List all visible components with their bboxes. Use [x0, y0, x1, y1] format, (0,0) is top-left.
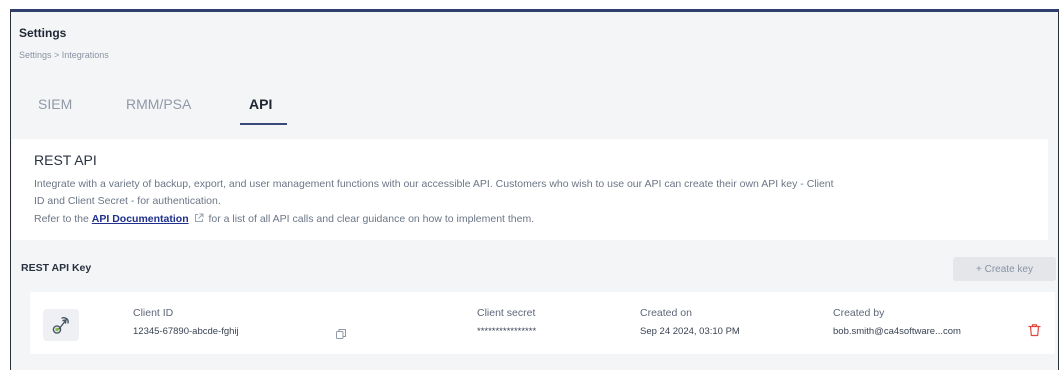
created-on-value: Sep 24 2024, 03:10 PM — [640, 326, 740, 337]
info-description-line: ID and Client Secret - for authenticatio… — [34, 195, 221, 207]
rest-api-key-title: REST API Key — [21, 262, 92, 274]
create-key-button[interactable]: + Create key — [953, 257, 1056, 281]
external-link-icon[interactable] — [194, 213, 204, 223]
tab-api[interactable]: API — [249, 96, 272, 112]
rest-api-title: REST API — [34, 152, 97, 168]
doc-suffix-text: for a list of all API calls and clear gu… — [205, 213, 535, 225]
client-id-label: Client ID — [133, 307, 174, 319]
created-by-label: Created by — [833, 307, 885, 319]
doc-prefix-text: Refer to the — [34, 213, 92, 225]
tab-siem[interactable]: SIEM — [38, 96, 72, 112]
client-secret-value: **************** — [477, 326, 537, 337]
client-id-value: 12345-67890-abcde-fghij — [133, 326, 239, 337]
tab-rmm-psa[interactable]: RMM/PSA — [126, 96, 191, 112]
key-icon — [52, 317, 69, 334]
api-documentation-link[interactable]: API Documentation — [92, 213, 189, 225]
created-on-label: Created on — [640, 307, 692, 319]
active-tab-indicator — [240, 123, 287, 125]
info-description-line: Integrate with a variety of backup, expo… — [34, 178, 834, 190]
page-title: Settings — [19, 26, 67, 40]
key-icon-container — [43, 309, 79, 341]
created-by-value: bob.smith@ca4software...com — [833, 326, 961, 337]
info-documentation-line: Refer to the API Documentation for a lis… — [34, 213, 534, 225]
client-secret-label: Client secret — [477, 307, 536, 319]
copy-icon[interactable] — [335, 328, 347, 340]
api-key-row — [30, 292, 1055, 354]
trash-icon[interactable] — [1028, 323, 1041, 337]
breadcrumb[interactable]: Settings > Integrations — [19, 50, 109, 60]
